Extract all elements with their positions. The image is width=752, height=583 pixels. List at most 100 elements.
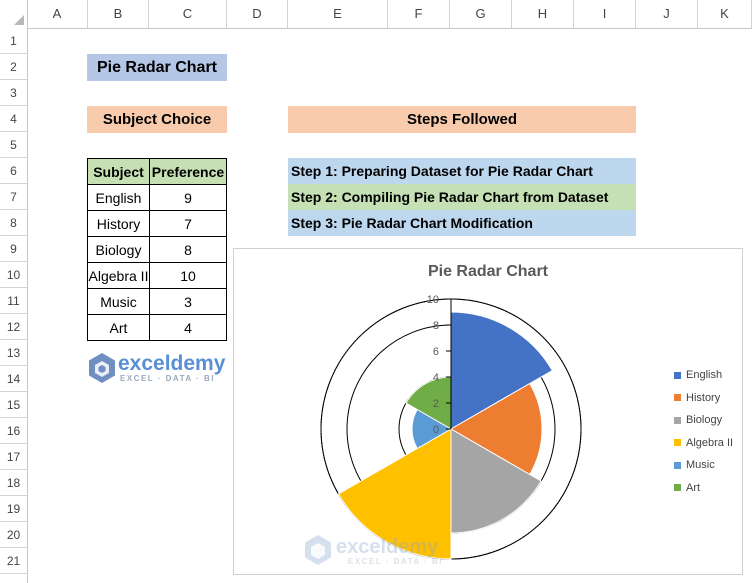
row-header-9[interactable]: 9 [0,236,27,262]
column-header-e[interactable]: E [288,0,388,28]
chart-title: Pie Radar Chart [428,263,549,280]
legend-swatch [674,371,681,379]
select-all-corner[interactable] [0,0,28,28]
chart-plot-svg: Pie Radar Chart 0 2 4 6 8 10 [320,263,582,560]
column-header-h[interactable]: H [512,0,574,28]
row-header-18[interactable]: 18 [0,470,27,496]
legend-swatch [674,416,681,424]
row-header-10[interactable]: 10 [0,262,27,288]
subject-cell[interactable]: Art [87,314,150,341]
column-header-f[interactable]: F [388,0,450,28]
preference-cell[interactable]: 4 [149,314,227,341]
legend-item-english[interactable]: English [674,364,733,387]
axis-tick-label: 4 [433,372,439,384]
column-header-g[interactable]: G [450,0,512,28]
subject-cell[interactable]: Music [87,288,150,315]
watermark-logo-icon [305,535,331,565]
legend-label: Biology [686,414,723,427]
legend-label: Algebra II [686,436,734,449]
subject-preference-table: Subject Preference English 9 History 7 B… [87,158,227,341]
column-header-a[interactable]: A [27,0,88,28]
axis-tick-label: 2 [433,398,439,410]
column-header-bar: A B C D E F G H I J K [0,0,752,29]
logo-name: exceldemy [118,352,226,375]
table-row: English 9 [87,184,227,211]
legend-label: English [686,369,723,382]
table-row: History 7 [87,210,227,237]
row-header-1[interactable]: 1 [0,28,27,54]
legend-swatch [674,394,681,402]
table-row: Art 4 [87,314,227,341]
subject-cell[interactable]: Algebra II [87,262,150,289]
column-header-j[interactable]: J [636,0,698,28]
row-header-14[interactable]: 14 [0,366,27,392]
row-header-2[interactable]: 2 [0,54,27,80]
subject-cell[interactable]: History [87,210,150,237]
row-header-17[interactable]: 17 [0,444,27,470]
row-header-4[interactable]: 4 [0,106,27,132]
row-header-11[interactable]: 11 [0,288,27,314]
row-header-bar: 1 2 3 4 5 6 7 8 9 10 11 12 13 14 15 16 1… [0,28,28,583]
row-header-15[interactable]: 15 [0,392,27,418]
legend-swatch [674,461,681,469]
watermark-name: exceldemy [336,536,439,558]
preference-cell[interactable]: 8 [149,236,227,263]
legend-item-biology[interactable]: Biology [674,409,733,432]
chart-legend: English History Biology Algebra II Music Art [674,364,733,499]
legend-label: Music [686,459,715,472]
row-header-20[interactable]: 20 [0,522,27,548]
legend-item-art[interactable]: Art [674,477,733,500]
step-1-cell[interactable]: Step 1: Preparing Dataset for Pie Radar … [288,158,636,184]
exceldemy-watermark: exceldemy EXCEL · DATA · BI [304,534,484,572]
column-header-d[interactable]: D [227,0,288,28]
preference-cell[interactable]: 10 [149,262,227,289]
axis-tick-label: 10 [427,294,439,306]
legend-swatch [674,484,681,492]
row-header-19[interactable]: 19 [0,496,27,522]
row-header-8[interactable]: 8 [0,210,27,236]
legend-item-history[interactable]: History [674,387,733,410]
row-header-12[interactable]: 12 [0,314,27,340]
chart-slices [337,311,554,560]
steps-followed-heading[interactable]: Steps Followed [288,106,636,133]
row-header-7[interactable]: 7 [0,184,27,210]
row-header-16[interactable]: 16 [0,418,27,444]
pie-radar-chart[interactable]: Pie Radar Chart 0 2 4 6 8 10 English History Bi… [233,248,743,575]
legend-label: Art [686,481,701,494]
preference-cell[interactable]: 3 [149,288,227,315]
subject-cell[interactable]: English [87,184,150,211]
table-row: Biology 8 [87,236,227,263]
legend-label: History [686,391,721,404]
legend-item-algebra-ii[interactable]: Algebra II [674,432,733,455]
column-header-k[interactable]: K [698,0,752,28]
axis-tick-label: 8 [433,320,439,332]
table-row: Algebra II 10 [87,262,227,289]
row-header-3[interactable]: 3 [0,80,27,106]
subject-cell[interactable]: Biology [87,236,150,263]
logo-tagline: EXCEL · DATA · BI [120,374,215,383]
subject-column-header[interactable]: Subject [87,158,150,185]
column-header-c[interactable]: C [149,0,227,28]
column-header-i[interactable]: I [574,0,636,28]
row-header-13[interactable]: 13 [0,340,27,366]
preference-cell[interactable]: 9 [149,184,227,211]
axis-tick-label: 6 [433,346,439,358]
axis-tick-label: 0 [433,424,439,436]
subject-choice-heading[interactable]: Subject Choice [87,106,227,133]
step-2-cell[interactable]: Step 2: Compiling Pie Radar Chart from D… [288,184,636,210]
exceldemy-logo-icon [89,353,115,383]
legend-item-music[interactable]: Music [674,454,733,477]
sheet-title-cell[interactable]: Pie Radar Chart [87,54,227,81]
legend-swatch [674,439,681,447]
table-header-row: Subject Preference [87,158,227,185]
preference-cell[interactable]: 7 [149,210,227,237]
column-header-b[interactable]: B [88,0,149,28]
step-3-cell[interactable]: Step 3: Pie Radar Chart Modification [288,210,636,236]
exceldemy-logo: exceldemy EXCEL · DATA · BI [88,352,233,384]
row-header-5[interactable]: 5 [0,132,27,158]
row-header-6[interactable]: 6 [0,158,27,184]
watermark-tagline: EXCEL · DATA · BI [348,557,443,566]
row-header-21[interactable]: 21 [0,548,27,574]
preference-column-header[interactable]: Preference [149,158,227,185]
table-row: Music 3 [87,288,227,315]
